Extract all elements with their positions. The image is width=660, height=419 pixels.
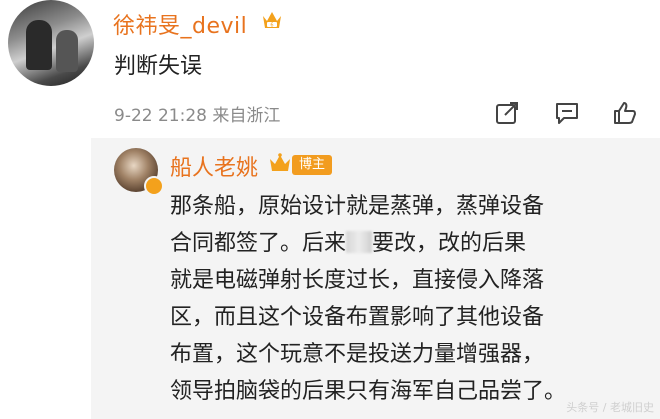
like-icon[interactable]	[612, 100, 638, 126]
reply-line: 合同都签了。后来 要改，改的后果	[170, 225, 620, 262]
share-icon[interactable]	[494, 100, 520, 126]
comment-text: 判断失误	[114, 54, 203, 79]
vip-badge-icon: 6	[263, 12, 281, 29]
reply-segment: 合同都签了。后来	[170, 231, 347, 256]
reply-segment: 要改，改的后果	[372, 231, 527, 256]
replier-username[interactable]: 船人老姚	[170, 150, 258, 182]
reply-line: 就是电磁弹射长度过长，直接侵入降落	[170, 268, 545, 293]
svg-text:6: 6	[270, 23, 273, 29]
reply-line: 那条船，原始设计就是蒸弹，蒸弹设备	[170, 194, 545, 219]
commenter-avatar[interactable]	[8, 0, 94, 86]
reply-line: 布置，这个玩意不是投送力量增强器，	[170, 342, 545, 367]
reply-line: 区，而且这个设备布置影响了其他设备	[170, 305, 545, 330]
watermark: 头条号 / 老城旧史	[566, 401, 654, 414]
commenter-username[interactable]: 徐祎旻_devil	[113, 8, 247, 40]
verified-badge-icon	[144, 176, 164, 196]
reply-text: 那条船，原始设计就是蒸弹，蒸弹设备 合同都签了。后来 要改，改的后果 就是电磁弹射…	[170, 188, 620, 410]
comment-meta: 9-22 21:28 来自浙江	[114, 106, 281, 126]
redaction-blur	[346, 231, 373, 253]
blogger-tag: 博主	[292, 155, 333, 175]
reply-line: 领导拍脑袋的后果只有海军自己品尝了。	[170, 379, 567, 404]
crown-icon	[270, 153, 290, 171]
comment-icon[interactable]	[554, 100, 580, 126]
